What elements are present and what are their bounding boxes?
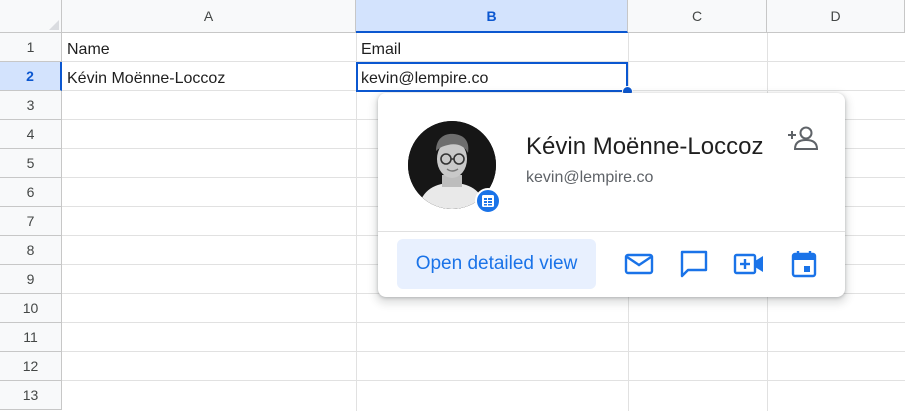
row-header-4[interactable]: 4 <box>0 120 62 149</box>
open-detailed-view-button[interactable]: Open detailed view <box>397 239 596 289</box>
card-divider <box>378 231 845 232</box>
row-header-3[interactable]: 3 <box>0 91 62 120</box>
row-header-2[interactable]: 2 <box>0 62 62 91</box>
mail-icon[interactable] <box>622 247 656 281</box>
row-header-7[interactable]: 7 <box>0 207 62 236</box>
chat-icon[interactable] <box>677 247 711 281</box>
row-header-9[interactable]: 9 <box>0 265 62 294</box>
cell-b1[interactable]: Email <box>356 35 628 64</box>
active-cell-outline <box>356 62 628 92</box>
column-header-a[interactable]: A <box>62 0 356 33</box>
row-header-5[interactable]: 5 <box>0 149 62 178</box>
grid-line <box>62 380 905 381</box>
row-header-13[interactable]: 13 <box>0 381 62 410</box>
row-header-12[interactable]: 12 <box>0 352 62 381</box>
row-header-10[interactable]: 10 <box>0 294 62 323</box>
add-person-icon[interactable] <box>786 123 820 153</box>
contact-name: Kévin Moënne-Loccoz <box>526 133 764 160</box>
contact-card: Kévin Moënne-Loccoz kevin@lempire.co Ope… <box>378 93 845 297</box>
column-header-c[interactable]: C <box>628 0 767 33</box>
grid-line <box>62 322 905 323</box>
column-header-d[interactable]: D <box>767 0 905 33</box>
row-header-11[interactable]: 11 <box>0 323 62 352</box>
sheets-badge-icon <box>475 188 501 214</box>
row-header-8[interactable]: 8 <box>0 236 62 265</box>
row-header-6[interactable]: 6 <box>0 178 62 207</box>
contact-email: kevin@lempire.co <box>526 169 654 186</box>
cell-a2[interactable]: Kévin Moënne-Loccoz <box>62 64 356 93</box>
select-all-corner[interactable] <box>0 0 62 33</box>
row-header-1[interactable]: 1 <box>0 33 62 62</box>
calendar-icon[interactable] <box>787 247 821 281</box>
column-header-b[interactable]: B <box>356 0 628 33</box>
cell-a1[interactable]: Name <box>62 35 356 64</box>
video-call-icon[interactable] <box>732 247 766 281</box>
grid-line <box>62 351 905 352</box>
